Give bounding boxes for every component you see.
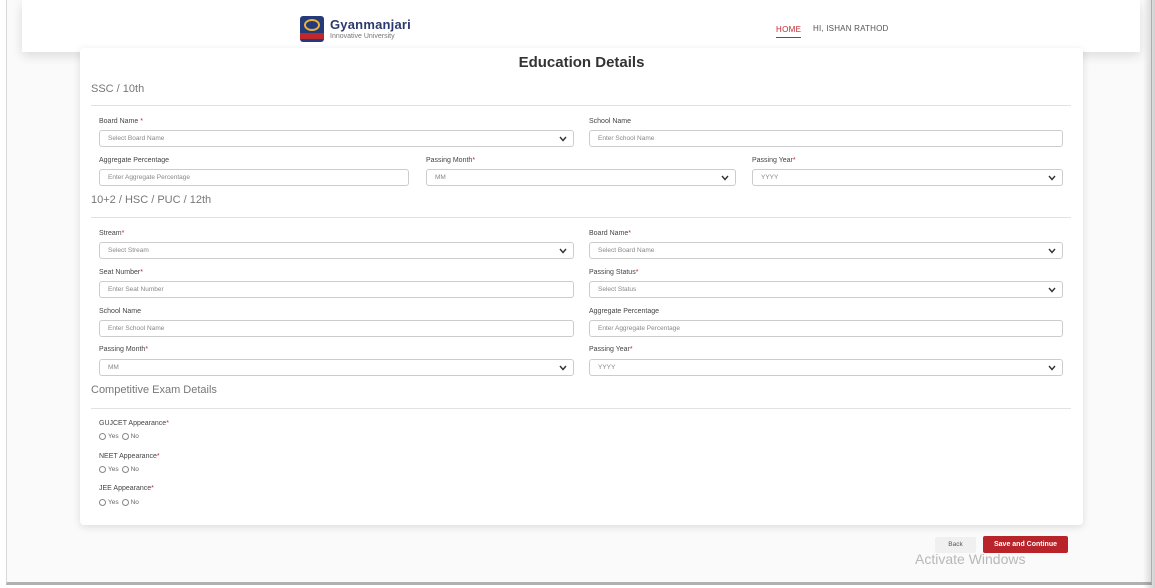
neet-yes-radio[interactable] [99, 466, 106, 473]
hsc-school-label: School Name [99, 308, 142, 315]
gujcet-label: GUJCET Appearance* [99, 420, 169, 427]
jee-yes-radio[interactable] [99, 499, 106, 506]
neet-label: NEET Appearance* [99, 453, 160, 460]
hsc-seat-input[interactable]: Enter Seat Number [99, 281, 574, 298]
university-logo[interactable]: Gyanmanjari Innovative University [300, 16, 411, 42]
gujcet-no-label: No [130, 433, 139, 440]
ssc-section-title: SSC / 10th [91, 83, 145, 95]
chevron-down-icon [559, 136, 567, 142]
chevron-down-icon [559, 365, 567, 371]
chevron-down-icon [1048, 287, 1056, 293]
hsc-stream-label: Stream* [99, 230, 125, 237]
ssc-school-input[interactable]: Enter School Name [589, 130, 1063, 147]
chevron-down-icon [721, 175, 729, 181]
chevron-down-icon [559, 248, 567, 254]
hsc-month-label: Passing Month* [99, 346, 149, 353]
hsc-board-select[interactable]: Select Board Name [589, 242, 1063, 259]
jee-yes-label: Yes [108, 499, 119, 506]
top-navbar: Gyanmanjari Innovative University HOME H… [22, 0, 1140, 52]
hsc-year-select[interactable]: YYYY [589, 359, 1063, 376]
chevron-down-icon [1048, 175, 1056, 181]
ssc-year-label: Passing Year* [752, 157, 796, 164]
ssc-aggregate-label: Aggregate Percentage [99, 157, 170, 164]
hsc-status-label: Passing Status* [589, 269, 639, 276]
ssc-year-select[interactable]: YYYY [752, 169, 1063, 186]
jee-no-radio[interactable] [121, 499, 129, 506]
window-shadow [1143, 0, 1155, 588]
logo-emblem-icon [300, 16, 324, 42]
hsc-section-title: 10+2 / HSC / PUC / 12th [91, 194, 212, 206]
gujcet-yes-label: Yes [108, 433, 119, 440]
gujcet-radio-group: Yes No [99, 433, 142, 440]
hsc-aggregate-input[interactable]: Enter Aggregate Percentage [589, 320, 1063, 337]
ssc-school-label: School Name [589, 118, 632, 125]
logo-name: Gyanmanjari [330, 17, 411, 32]
ssc-divider [91, 105, 1071, 106]
exam-section-title: Competitive Exam Details [91, 384, 217, 396]
neet-radio-group: Yes No [99, 466, 142, 473]
jee-radio-group: Yes No [99, 499, 142, 506]
activate-windows-watermark: Activate Windows [915, 551, 1026, 567]
exam-divider [91, 408, 1071, 409]
hsc-divider [91, 217, 1071, 218]
ssc-aggregate-input[interactable]: Enter Aggregate Percentage [99, 169, 409, 186]
gujcet-yes-radio[interactable] [99, 433, 106, 440]
ssc-month-select[interactable]: MM [426, 169, 736, 186]
nav-home-link[interactable]: HOME [776, 25, 802, 38]
hsc-status-select[interactable]: Select Status [589, 281, 1063, 298]
hsc-stream-select[interactable]: Select Stream [99, 242, 574, 259]
hsc-school-input[interactable]: Enter School Name [99, 320, 574, 337]
logo-tagline: Innovative University [330, 33, 395, 40]
chevron-down-icon [1048, 365, 1056, 371]
chevron-down-icon [1048, 248, 1056, 254]
neet-yes-label: Yes [108, 466, 119, 473]
neet-no-radio[interactable] [121, 466, 129, 473]
hsc-year-label: Passing Year* [589, 346, 633, 353]
jee-no-label: No [130, 499, 139, 506]
jee-label: JEE Appearance* [99, 485, 154, 492]
ssc-board-select[interactable]: Select Board Name [99, 130, 574, 147]
gujcet-no-radio[interactable] [121, 433, 129, 440]
ssc-board-label: Board Name * [99, 118, 143, 125]
hsc-seat-label: Seat Number* [99, 269, 143, 276]
page-title: Education Details [518, 54, 645, 71]
nav-user-greeting[interactable]: HI, ISHAN RATHOD [813, 24, 889, 33]
hsc-board-label: Board Name* [589, 230, 632, 237]
hsc-month-select[interactable]: MM [99, 359, 574, 376]
hsc-aggregate-label: Aggregate Percentage [589, 308, 660, 315]
neet-no-label: No [130, 466, 139, 473]
education-form-card: Education Details SSC / 10th Board Name … [80, 48, 1083, 525]
ssc-month-label: Passing Month* [426, 157, 476, 164]
